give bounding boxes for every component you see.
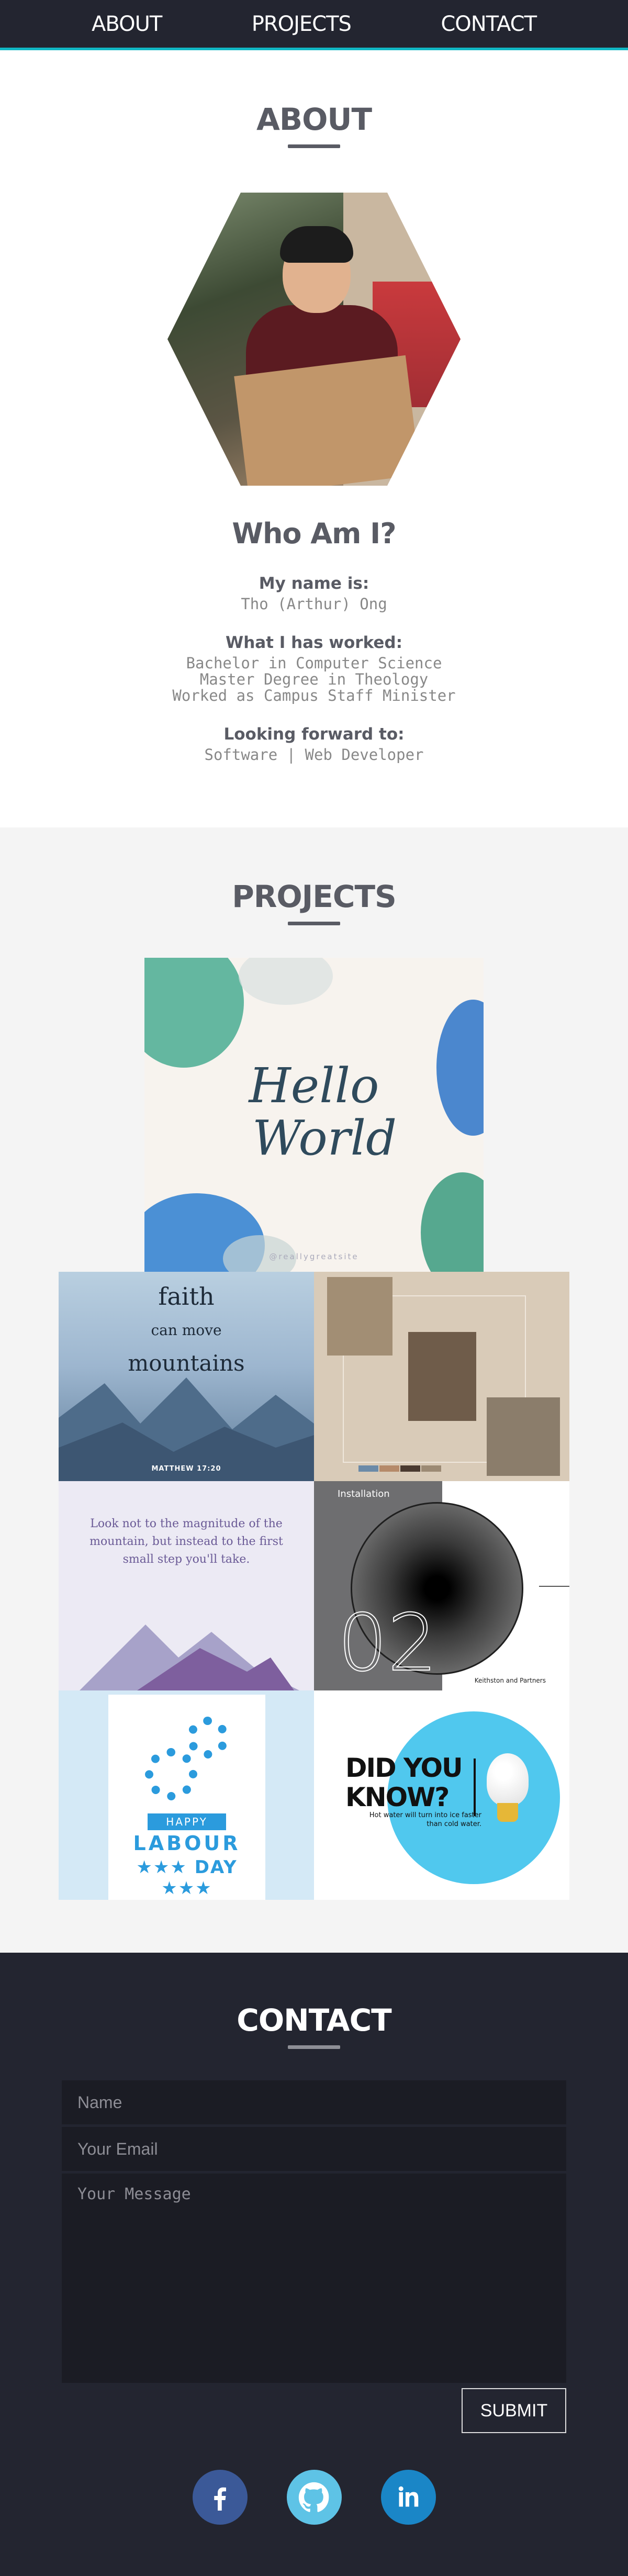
profile-photo	[167, 193, 461, 486]
worked-block: What I has worked: Bachelor in Computer …	[0, 633, 628, 704]
message-field[interactable]	[62, 2174, 566, 2383]
projects-title: PROJECTS	[232, 879, 397, 914]
worked-item: Bachelor in Computer Science	[186, 654, 442, 672]
watercolor-blob	[144, 958, 244, 1068]
person-hair-shape	[280, 226, 353, 263]
name-label: My name is:	[259, 574, 369, 593]
faith-line1: faith	[158, 1282, 215, 1311]
about-title-underline	[288, 144, 340, 148]
did-you-know-title: DID YOU KNOW?	[345, 1753, 463, 1812]
worked-label: What I has worked:	[226, 633, 402, 652]
email-field[interactable]	[62, 2127, 566, 2171]
about-section: ABOUT Who Am I? My name is: Tho (Arthur)…	[0, 50, 628, 827]
watercolor-blob	[239, 958, 333, 1005]
installation-number: 02	[337, 1598, 438, 1689]
name-field[interactable]	[62, 2080, 566, 2124]
contact-title-underline	[288, 2045, 340, 2049]
happy-banner: HAPPY	[148, 1813, 226, 1830]
projects-section: PROJECTS Hello World @reallygreatsite fa…	[0, 827, 628, 1953]
installation-caption: Keithston and Partners	[474, 1677, 546, 1684]
collage-photo	[408, 1332, 476, 1421]
forward-label: Looking forward to:	[223, 725, 405, 744]
social-links	[0, 2470, 628, 2525]
nav-projects-link[interactable]: PROJECTS	[252, 12, 352, 36]
project-grid: faith can move mountains MATTHEW 17:20 L…	[59, 1272, 569, 1900]
quote-text: Look not to the magnitude of the mountai…	[89, 1517, 283, 1566]
dyk-line2: KNOW?	[345, 1782, 450, 1812]
project-labour-day[interactable]: HAPPY LABOUR ★★★ DAY ★★★	[59, 1690, 314, 1900]
collage-photo	[487, 1397, 560, 1476]
dyk-line1: DID YOU	[345, 1753, 463, 1783]
worked-item: Worked as Campus Staff Minister	[172, 687, 456, 704]
github-icon[interactable]	[286, 2470, 342, 2525]
name-block: My name is: Tho (Arthur) Ong	[0, 574, 628, 612]
lightbulb-icon	[487, 1753, 529, 1806]
facebook-icon[interactable]	[192, 2470, 248, 2525]
divider	[474, 1759, 476, 1816]
top-nav: ABOUT PROJECTS CONTACT	[0, 0, 628, 50]
cardboard-box-shape	[234, 355, 420, 486]
day-word: DAY	[194, 1857, 238, 1878]
about-title: ABOUT	[256, 102, 372, 137]
submit-row: SUBMIT	[62, 2388, 566, 2433]
project-faith[interactable]: faith can move mountains MATTHEW 17:20	[59, 1272, 314, 1481]
day-text: ★★★ DAY ★★★	[136, 1857, 238, 1899]
did-you-know-text: Hot water will turn into ice faster than…	[369, 1811, 481, 1828]
hello-word: Hello	[249, 1058, 379, 1114]
faith-line2: can move	[151, 1321, 222, 1339]
installation-label: Installation	[338, 1488, 390, 1499]
lightbulb-base	[497, 1803, 518, 1822]
nav-contact-link[interactable]: CONTACT	[441, 12, 537, 36]
hello-world-text: Hello World	[144, 1060, 484, 1164]
who-am-i-heading: Who Am I?	[232, 517, 396, 550]
project-hello-world[interactable]: Hello World @reallygreatsite	[144, 958, 484, 1272]
linkedin-icon[interactable]	[380, 2470, 436, 2525]
collage-photo	[327, 1277, 392, 1356]
color-swatch	[379, 1465, 399, 1472]
projects-title-underline	[288, 922, 340, 925]
nav-about-link[interactable]: ABOUT	[92, 12, 162, 36]
project-mountain-quote[interactable]: Look not to the magnitude of the mountai…	[59, 1481, 314, 1690]
color-swatch	[358, 1465, 378, 1472]
worked-item: Master Degree in Theology	[199, 670, 429, 688]
gear-icon	[187, 1717, 229, 1759]
contact-section: CONTACT SUBMIT	[0, 1953, 628, 2576]
labour-text: LABOUR	[133, 1832, 241, 1855]
color-swatch	[421, 1465, 441, 1472]
forward-block: Looking forward to: Software | Web Devel…	[0, 725, 628, 763]
faith-line3: mountains	[128, 1350, 245, 1376]
project-did-you-know[interactable]: DID YOU KNOW? Hot water will turn into i…	[314, 1690, 569, 1900]
divider	[539, 1586, 569, 1587]
gear-icon	[145, 1748, 197, 1800]
submit-button[interactable]: SUBMIT	[462, 2388, 566, 2433]
contact-title: CONTACT	[237, 2002, 392, 2038]
name-value: Tho (Arthur) Ong	[241, 595, 387, 613]
faith-verse: MATTHEW 17:20	[151, 1465, 221, 1473]
world-word: World	[252, 1110, 397, 1166]
project-beige-collage[interactable]	[314, 1272, 569, 1481]
forward-value: Software | Web Developer	[204, 746, 424, 764]
hero-handle: @reallygreatsite	[269, 1252, 359, 1261]
contact-form	[62, 2080, 566, 2383]
color-swatch	[400, 1465, 420, 1472]
project-installation[interactable]: Installation 02 Keithston and Partners	[314, 1481, 569, 1690]
